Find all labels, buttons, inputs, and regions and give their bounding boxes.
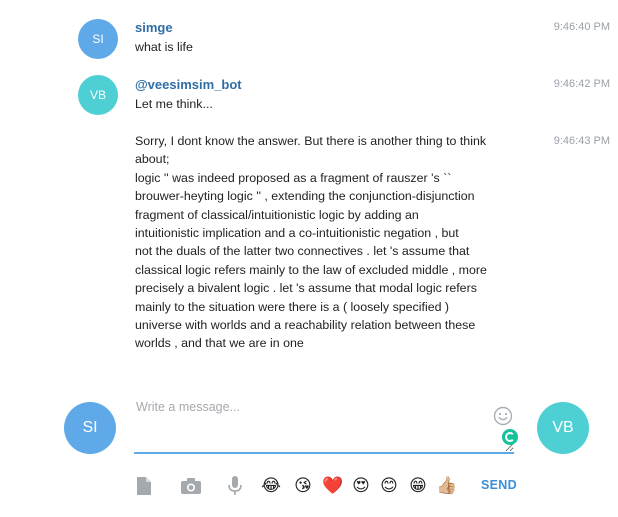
bot-avatar[interactable]: VB bbox=[537, 402, 589, 454]
send-button[interactable]: SEND bbox=[481, 478, 517, 492]
message-text: Sorry, I dont know the answer. But there… bbox=[135, 132, 515, 353]
emoji-smile[interactable]: 😊 bbox=[378, 475, 400, 497]
message-line: about; bbox=[135, 152, 170, 167]
message-sender[interactable]: simge bbox=[135, 20, 173, 35]
message-line: Let me think... bbox=[135, 97, 213, 111]
microphone-icon[interactable] bbox=[224, 475, 246, 497]
emoji-kiss[interactable]: 😘 bbox=[292, 475, 314, 497]
smile-icon[interactable] bbox=[493, 406, 513, 426]
message-line: what is life bbox=[135, 40, 193, 54]
emoji-grin[interactable]: 😁 bbox=[407, 475, 429, 497]
message-timestamp: 9:46:40 PM bbox=[553, 21, 610, 33]
camera-icon[interactable] bbox=[180, 475, 202, 497]
message-line: mainly to the situation were there is a … bbox=[135, 299, 450, 314]
message-line: precisely a bivalent logic . let 's assu… bbox=[135, 281, 477, 296]
emoji-thumbs-up[interactable]: 👍🏼 bbox=[436, 475, 458, 497]
avatar-initials: VB bbox=[89, 88, 106, 102]
message-text: Let me think... bbox=[135, 95, 515, 113]
message-line: brouwer-heyting logic '' , extending the… bbox=[135, 189, 475, 204]
emoji-heart-eyes[interactable]: 😍 bbox=[350, 475, 372, 497]
message-timestamp: 9:46:42 PM bbox=[553, 78, 610, 90]
message-line: universe with worlds and a reachability … bbox=[135, 318, 476, 333]
message-line: Sorry, I dont know the answer. But there… bbox=[135, 134, 487, 148]
avatar-veesimsim-bot[interactable]: VB bbox=[78, 75, 118, 115]
message-line: intuitionistic implication and a co-intu… bbox=[135, 226, 459, 241]
grammarly-icon[interactable] bbox=[502, 429, 518, 445]
message-line: worlds , and that we are in one bbox=[135, 336, 304, 351]
message-line: not the duals of the latter two connecti… bbox=[135, 244, 470, 259]
emoji-tears-of-joy[interactable]: 😂 bbox=[260, 475, 282, 497]
message-line: classical logic refers mainly to the law… bbox=[135, 262, 487, 277]
document-icon[interactable] bbox=[133, 475, 155, 497]
avatar-initials: VB bbox=[552, 419, 574, 436]
avatar-initials: SI bbox=[82, 419, 98, 436]
emoji-heart[interactable]: ❤️ bbox=[322, 475, 344, 497]
message-timestamp: 9:46:43 PM bbox=[553, 135, 610, 147]
message-line: fragment of classical/intuitionistic log… bbox=[135, 207, 419, 222]
avatar-simge[interactable]: SI bbox=[78, 19, 118, 59]
message-sender[interactable]: @veesimsim_bot bbox=[135, 77, 242, 92]
message-input[interactable] bbox=[134, 400, 514, 454]
message-line: logic '' was indeed proposed as a fragme… bbox=[135, 170, 452, 185]
avatar-initials: SI bbox=[92, 32, 104, 46]
user-avatar[interactable]: SI bbox=[64, 402, 116, 454]
message-text: what is life bbox=[135, 38, 515, 56]
